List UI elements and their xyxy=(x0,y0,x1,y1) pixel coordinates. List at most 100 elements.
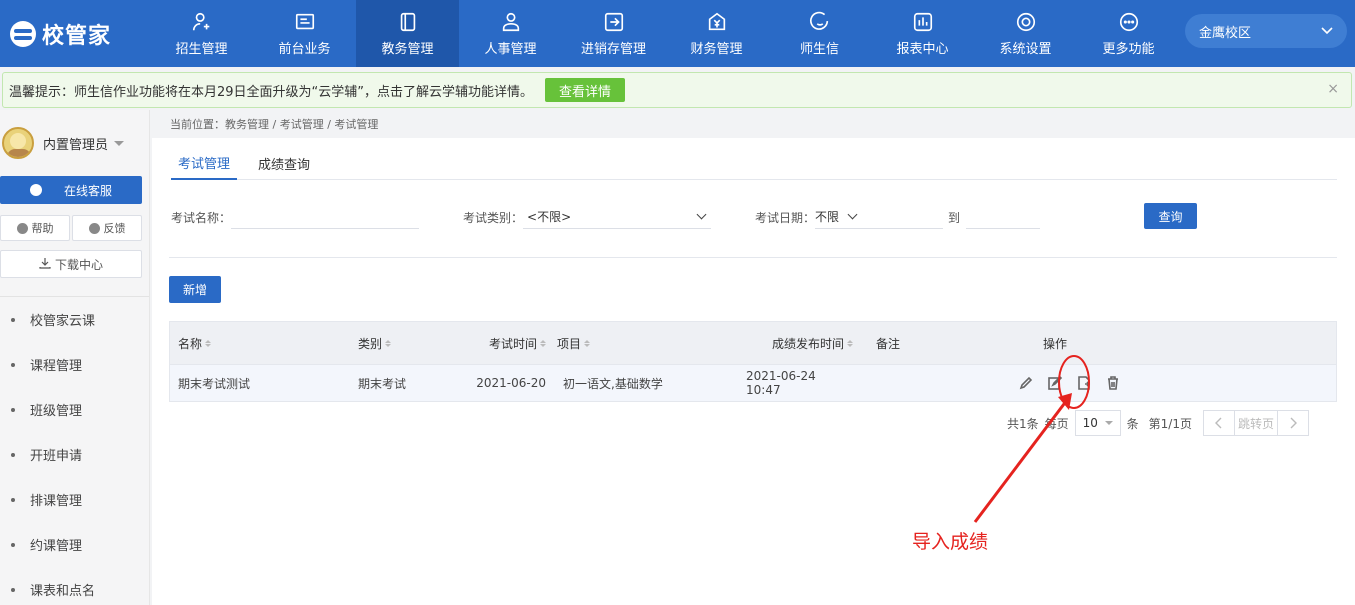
header-date[interactable]: 考试时间 xyxy=(460,335,546,352)
menu-label: 班级管理 xyxy=(30,404,83,419)
user-name: 内置管理员 xyxy=(43,137,109,153)
desk-icon xyxy=(294,11,316,33)
nav-item-messages[interactable]: 师生信 xyxy=(768,0,871,67)
nav-label: 进销存管理 xyxy=(580,41,646,57)
menu-label: 开班申请 xyxy=(30,449,83,464)
exam-type-label: 考试类别： xyxy=(463,210,524,225)
sidebar-item-booking[interactable]: 约课管理 xyxy=(0,522,149,567)
unit-label: 条 xyxy=(1126,416,1139,431)
header-label: 项目 xyxy=(557,336,582,351)
bullet xyxy=(11,362,15,367)
header-actions: 操作 xyxy=(1043,335,1123,352)
divider xyxy=(169,257,1337,258)
exam-name-input[interactable] xyxy=(231,205,420,229)
nav-label: 前台业务 xyxy=(278,41,331,57)
total-count: 共1条 xyxy=(1007,416,1039,431)
jump-page-input[interactable]: 跳转页 xyxy=(1234,410,1278,436)
page-size-value: 10 xyxy=(1082,416,1098,430)
exam-type-select[interactable]: <不限> xyxy=(523,205,712,229)
nav-label: 师生信 xyxy=(799,41,839,57)
nav-label: 招生管理 xyxy=(175,41,228,57)
header-label: 操作 xyxy=(1043,336,1068,351)
nav-label: 财务管理 xyxy=(690,41,743,57)
top-nav-bar: 校管家 招生管理 前台业务 教务管理 人事管理 进销存管理 财务管理 师生信 报… xyxy=(0,0,1355,67)
notice-text: 温馨提示：师生信作业功能将在本月29日全面升级为“云学辅”，点击了解云学辅功能详… xyxy=(9,84,534,100)
nav-item-frontdesk[interactable]: 前台业务 xyxy=(253,0,356,67)
sidebar-item-cloud-class[interactable]: 校管家云课 xyxy=(0,297,149,342)
sort-icon xyxy=(385,339,392,347)
side-menu: 校管家云课 课程管理 班级管理 开班申请 排课管理 约课管理 课表和点名 xyxy=(0,297,149,605)
exam-date-end-input[interactable] xyxy=(966,205,1041,229)
cell-publish: 2021-06-24 10:47 xyxy=(746,369,816,397)
help-button[interactable]: 帮助 xyxy=(0,215,70,241)
nav-item-finance[interactable]: 财务管理 xyxy=(665,0,768,67)
header-publish[interactable]: 成绩发布时间 xyxy=(746,335,853,352)
view-details-button[interactable]: 查看详情 xyxy=(545,78,626,102)
online-service-button[interactable]: 在线客服 xyxy=(0,176,142,204)
nav-item-recruit[interactable]: 招生管理 xyxy=(150,0,253,67)
download-center-button[interactable]: 下载中心 xyxy=(0,250,142,278)
service-icon xyxy=(29,184,42,196)
next-page-button[interactable] xyxy=(1277,410,1309,436)
nav-item-academic[interactable]: 教务管理 xyxy=(356,0,459,67)
cell-actions xyxy=(1017,374,1122,392)
inventory-icon xyxy=(603,11,625,33)
close-icon[interactable]: × xyxy=(1327,81,1339,97)
sidebar-item-class[interactable]: 班级管理 xyxy=(0,387,149,432)
edit-icon[interactable] xyxy=(1017,374,1035,392)
campus-label: 金鹰校区 xyxy=(1199,25,1252,41)
feedback-icon xyxy=(88,222,100,234)
query-button[interactable]: 查询 xyxy=(1144,203,1197,229)
pagination: 共1条 每页 10 条 第1/1页 跳转页 xyxy=(1007,410,1309,436)
download-icon xyxy=(39,257,51,272)
header-project[interactable]: 项目 xyxy=(546,335,746,352)
bullet xyxy=(11,407,15,412)
user-menu[interactable]: 内置管理员 xyxy=(0,110,149,176)
app-logo[interactable]: 校管家 xyxy=(0,0,150,67)
nav-item-more[interactable]: 更多功能 xyxy=(1077,0,1180,67)
table-row[interactable]: 期末考试测试 期末考试 2021-06-20 初一语文,基础数学 2021-06… xyxy=(170,364,1336,401)
logo-icon xyxy=(10,20,36,47)
feedback-button[interactable]: 反馈 xyxy=(72,215,142,241)
chevron-left-icon xyxy=(1215,417,1222,429)
delete-icon[interactable] xyxy=(1104,374,1122,392)
exam-name-filter: 考试名称： xyxy=(171,205,420,229)
chevron-down-icon xyxy=(847,209,858,220)
caret-down-icon xyxy=(1104,421,1113,425)
exam-date-select[interactable]: 不限 xyxy=(815,205,944,229)
to-label: 到 xyxy=(948,210,961,225)
tab-exam-management[interactable]: 考试管理 xyxy=(171,146,238,180)
menu-label: 约课管理 xyxy=(30,539,83,554)
header-type[interactable]: 类别 xyxy=(350,335,460,352)
exam-date-filter: 考试日期： 不限 到 xyxy=(755,205,1041,229)
per-page-label: 每页 xyxy=(1044,416,1069,431)
header-label: 名称 xyxy=(178,336,203,351)
sidebar-item-schedule[interactable]: 排课管理 xyxy=(0,477,149,522)
sidebar-item-timetable[interactable]: 课表和点名 xyxy=(0,567,149,605)
tab-score-query[interactable]: 成绩查询 xyxy=(251,146,317,180)
sort-icon xyxy=(205,339,212,347)
import-score-icon[interactable] xyxy=(1075,374,1093,392)
menu-label: 校管家云课 xyxy=(30,314,96,329)
add-button[interactable]: 新增 xyxy=(169,276,221,303)
help-label: 帮助 xyxy=(31,222,54,235)
sidebar-item-open-class[interactable]: 开班申请 xyxy=(0,432,149,477)
finance-icon xyxy=(706,11,728,33)
edit-score-icon[interactable] xyxy=(1046,374,1064,392)
page-size-select[interactable]: 10 xyxy=(1074,410,1121,436)
exam-date-label: 考试日期： xyxy=(755,210,816,225)
nav-item-hr[interactable]: 人事管理 xyxy=(459,0,562,67)
campus-selector[interactable]: 金鹰校区 xyxy=(1185,14,1347,48)
prev-page-button[interactable] xyxy=(1203,410,1235,436)
page-indicator: 第1/1页 xyxy=(1148,416,1192,431)
nav-item-inventory[interactable]: 进销存管理 xyxy=(562,0,665,67)
header-name[interactable]: 名称 xyxy=(170,335,350,352)
breadcrumb: 当前位置：教务管理 / 考试管理 / 考试管理 xyxy=(152,110,1355,138)
nav-label: 人事管理 xyxy=(484,41,537,57)
sidebar-item-course[interactable]: 课程管理 xyxy=(0,342,149,387)
nav-label: 更多功能 xyxy=(1102,41,1155,57)
book-icon xyxy=(397,11,419,33)
nav-item-reports[interactable]: 报表中心 xyxy=(871,0,974,67)
nav-item-settings[interactable]: 系统设置 xyxy=(974,0,1077,67)
nav-label: 教务管理 xyxy=(381,41,434,57)
